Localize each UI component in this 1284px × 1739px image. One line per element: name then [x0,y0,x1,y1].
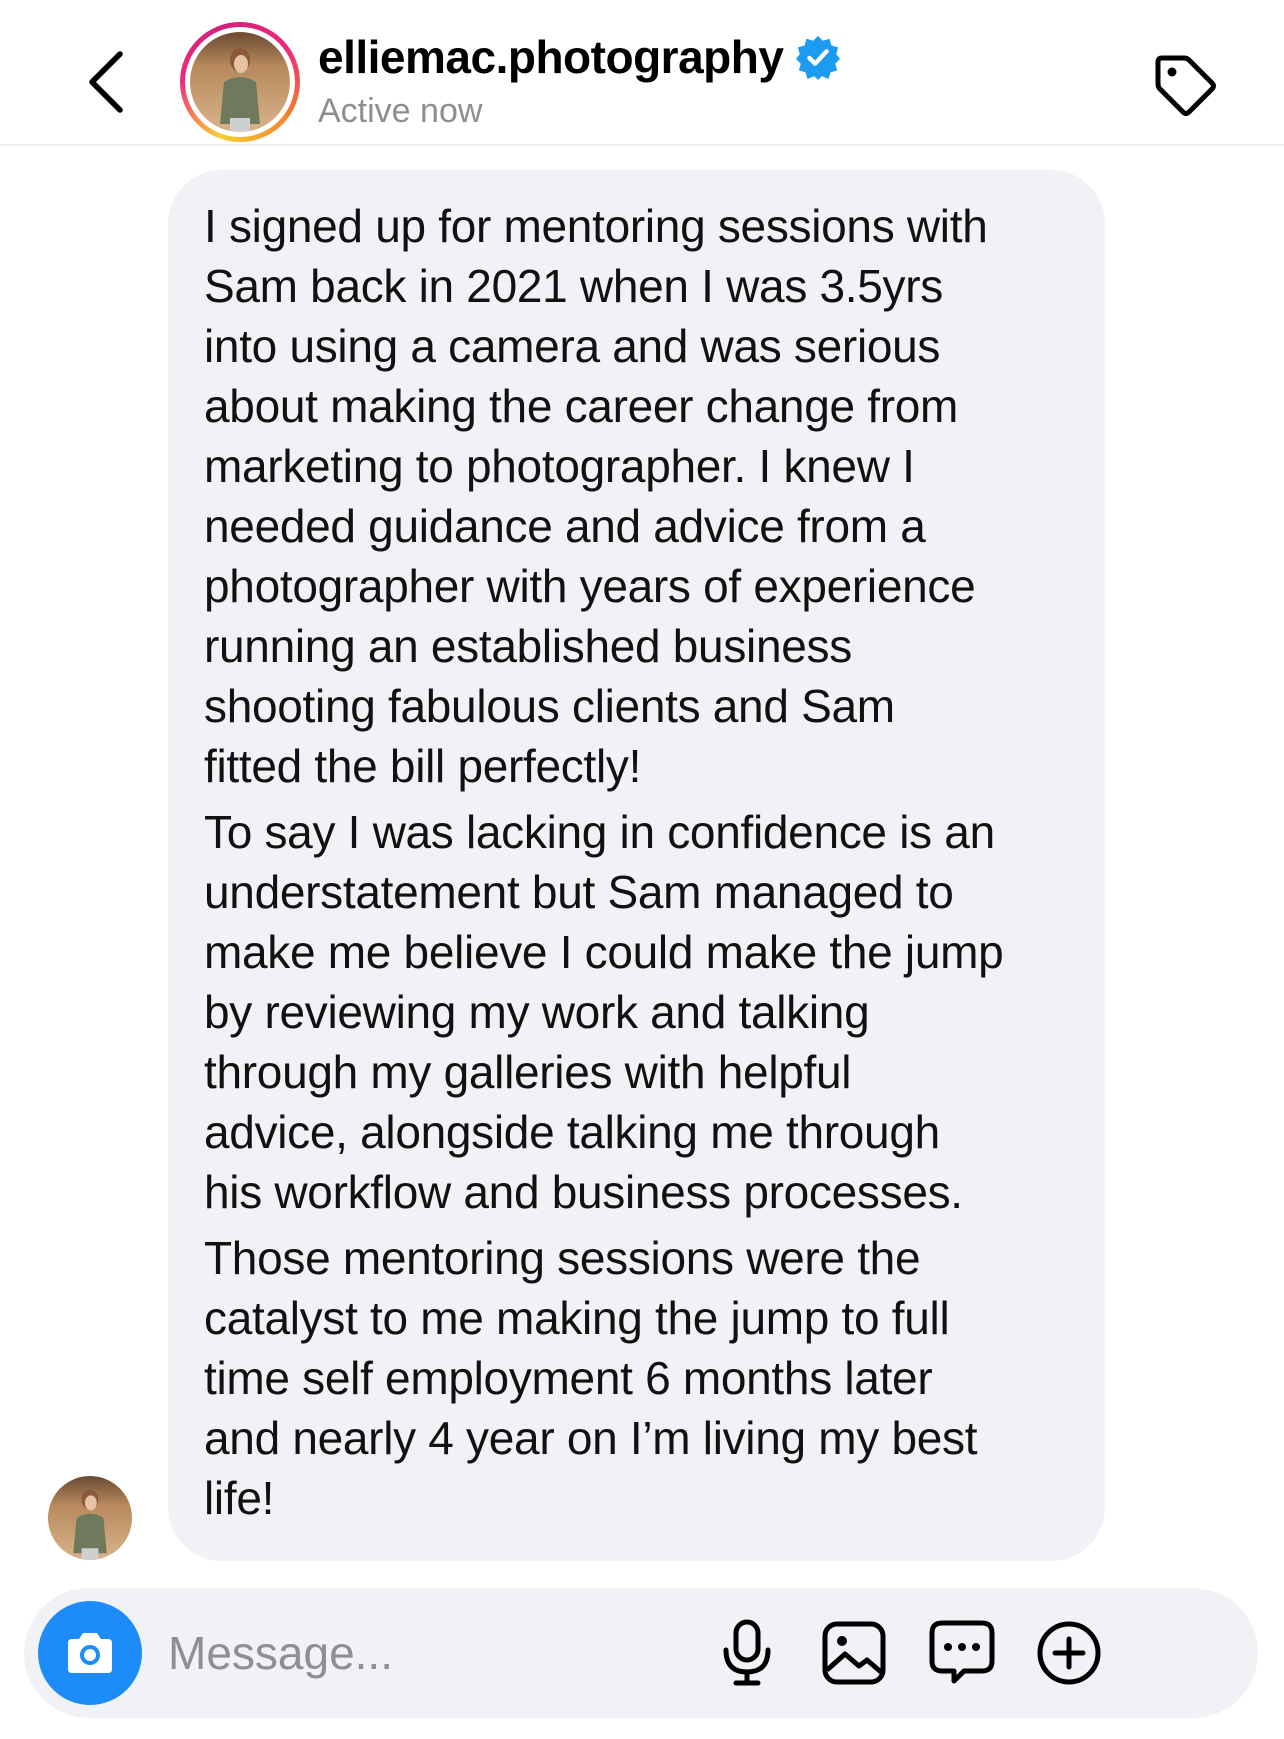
add-button[interactable] [1029,1613,1109,1693]
sticker-chat-button[interactable] [922,1613,1002,1693]
microphone-icon [723,1619,771,1686]
sticker-chat-icon [929,1620,995,1684]
tag-button[interactable] [1140,40,1230,130]
chat-header: elliemac.photography Active now [0,0,1284,146]
message-paragraph-2: To say I was lacking in confidence is an… [204,806,1004,1218]
gallery-button[interactable] [814,1613,894,1693]
username[interactable]: elliemac.photography [318,30,784,84]
message-composer [24,1588,1258,1718]
microphone-button[interactable] [707,1613,787,1693]
verified-badge-icon [796,35,841,80]
profile-avatar[interactable] [180,22,300,142]
message-input[interactable] [168,1618,668,1688]
back-button[interactable] [70,42,142,122]
message-paragraph-1: I signed up for mentoring sessions with … [204,200,988,792]
profile-photo [190,32,290,132]
chevron-left-icon [89,51,123,113]
username-row[interactable]: elliemac.photography [318,28,841,86]
message-paragraph-3: Those mentoring sessions were the cataly… [204,1232,978,1524]
tag-icon [1155,55,1216,116]
plus-circle-icon [1037,1621,1101,1685]
sender-avatar[interactable] [48,1476,132,1560]
camera-button[interactable] [38,1601,142,1705]
message-bubble[interactable]: I signed up for mentoring sessions with … [168,170,1105,1561]
camera-icon [68,1633,112,1673]
gallery-icon [822,1621,886,1685]
activity-status: Active now [318,92,483,130]
